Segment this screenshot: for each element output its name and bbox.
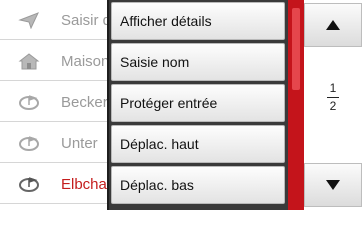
arrow-down-icon [326,180,340,190]
menu-item-label: Protéger entrée [120,95,218,111]
arrow-up-icon [326,20,340,30]
menu-item-enter-name[interactable]: Saisie nom [111,43,285,81]
menu-item-label: Déplac. bas [120,177,194,193]
menu-item-protect-entry[interactable]: Protéger entrée [111,84,285,122]
navigation-arrow-icon [18,12,39,29]
menu-item-show-details[interactable]: Afficher détails [111,2,285,40]
menu-item-move-down[interactable]: Déplac. bas [111,166,285,204]
menu-item-label: Afficher détails [120,13,212,29]
destination-flag-icon [19,95,39,110]
menu-item-label: Saisie nom [120,54,190,70]
home-icon [18,53,40,70]
total-pages: 2 [329,99,337,113]
list-item-label: Becker [61,94,108,111]
menu-item-label: Déplac. haut [120,136,199,152]
list-item-label: Elbcha [61,176,107,193]
list-item-label: Unter [61,135,98,152]
list-item-label: Maison [61,53,110,70]
page-indicator: 1 2 [304,82,362,113]
destination-flag-icon [19,136,39,151]
scroll-down-button[interactable] [304,163,362,207]
current-page: 1 [329,81,337,95]
scroll-panel: 1 2 [304,0,362,210]
scrollbar-thumb[interactable] [292,8,300,90]
scrollbar[interactable] [288,0,304,210]
scroll-up-button[interactable] [304,3,362,47]
list-item-label: Saisir d [61,12,112,29]
destination-flag-icon [19,177,39,192]
page-fraction-divider [327,97,339,98]
menu-item-move-up[interactable]: Déplac. haut [111,125,285,163]
context-menu: Afficher détails Saisie nom Protéger ent… [107,0,288,210]
